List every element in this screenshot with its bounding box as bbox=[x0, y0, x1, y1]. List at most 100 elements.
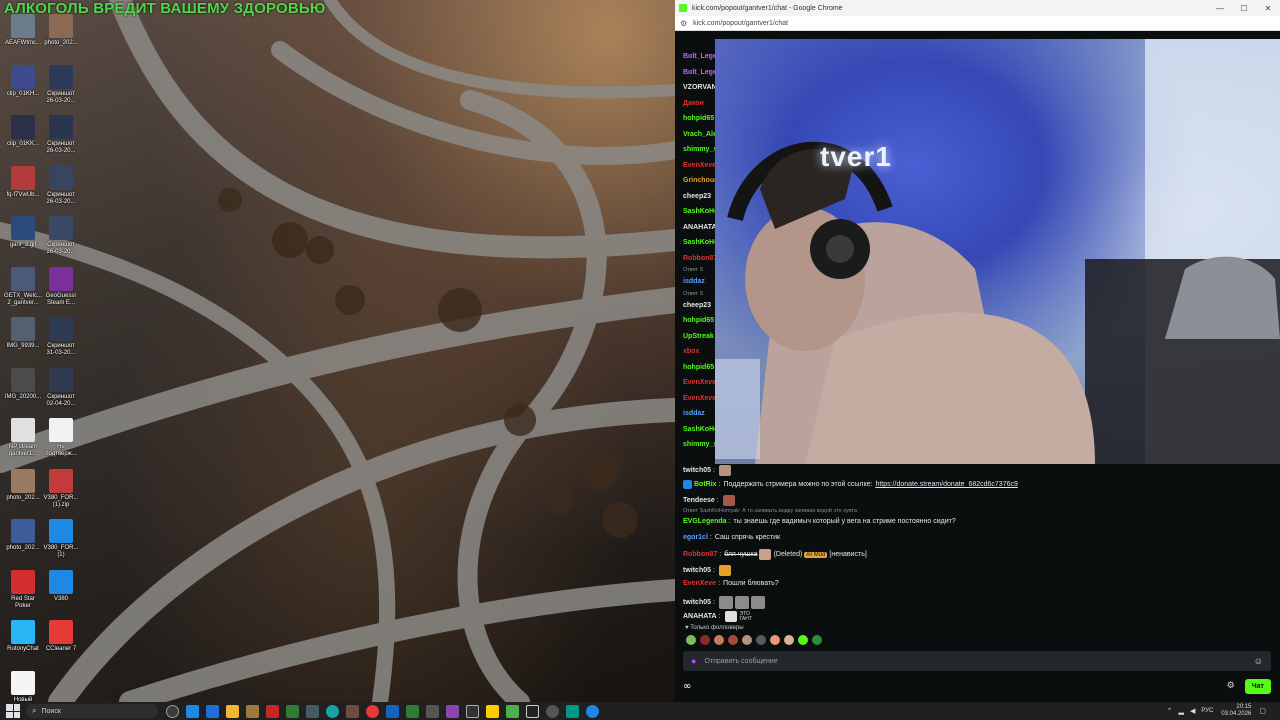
taskbar-app-icon[interactable] bbox=[386, 704, 399, 718]
notifications-icon[interactable]: ▢ bbox=[1259, 707, 1266, 715]
chat-username[interactable]: EvenXeve bbox=[683, 379, 716, 386]
taskbar-app-icon[interactable] bbox=[406, 704, 419, 718]
taskbar-app-icon[interactable] bbox=[506, 704, 519, 718]
task-view-icon[interactable] bbox=[166, 704, 179, 718]
taskbar-app-icon[interactable] bbox=[486, 704, 499, 718]
taskbar-app-icon[interactable] bbox=[246, 704, 259, 718]
start-menu-icon[interactable] bbox=[6, 704, 20, 718]
taskbar-app-icon[interactable] bbox=[206, 704, 219, 718]
quick-emote[interactable] bbox=[798, 635, 808, 645]
chat-username[interactable]: Robbon87 bbox=[683, 255, 717, 262]
chrome-browser-icon[interactable] bbox=[366, 704, 379, 718]
chat-message-input[interactable]: ● Отправить сообщение ☺ bbox=[683, 651, 1271, 671]
chat-username[interactable]: BotRix bbox=[694, 481, 717, 488]
chat-username[interactable]: ANAHATA bbox=[683, 613, 717, 620]
desktop-icon[interactable]: CCleaner 7 bbox=[38, 620, 84, 653]
chat-username[interactable]: Tendeese bbox=[683, 497, 715, 504]
chat-username[interactable]: VZORVAN bbox=[683, 84, 717, 91]
chat-username[interactable]: egor1cl bbox=[683, 534, 708, 541]
taskbar-clock[interactable]: 20:15 03.04.2026 bbox=[1221, 704, 1251, 718]
maximize-button[interactable]: ☐ bbox=[1232, 4, 1256, 13]
taskbar-app-icon[interactable] bbox=[346, 704, 359, 718]
chat-username[interactable]: hohpid65 bbox=[683, 364, 714, 371]
edge-browser-icon[interactable] bbox=[326, 704, 339, 718]
chat-username[interactable]: Vrach_Ale bbox=[683, 131, 717, 138]
site-info-icon[interactable]: ⚙ bbox=[680, 19, 687, 28]
send-chat-button[interactable]: Чат bbox=[1244, 678, 1271, 694]
address-bar[interactable]: ⚙ kick.com/popout/gantver1/chat bbox=[675, 16, 1280, 31]
chat-username[interactable]: cheep23 bbox=[683, 193, 711, 200]
desktop-icon[interactable]: V380_FOR... (1).zip bbox=[38, 468, 84, 509]
taskbar-app-icon[interactable] bbox=[426, 704, 439, 718]
minimize-button[interactable]: — bbox=[1208, 4, 1232, 13]
desktop-icon[interactable]: photo_202... bbox=[38, 14, 84, 47]
desktop-icon[interactable]: V380 bbox=[38, 569, 84, 603]
search-label[interactable]: Поиск bbox=[41, 708, 60, 715]
chat-username[interactable]: Дакон bbox=[683, 100, 704, 107]
quick-emote[interactable] bbox=[686, 635, 696, 645]
chat-username[interactable]: cheep23 bbox=[683, 302, 711, 309]
desktop-icon[interactable]: Скриншот 26-03-20... bbox=[38, 64, 84, 105]
quick-emote[interactable] bbox=[728, 635, 738, 645]
chat-username[interactable]: isddaz bbox=[683, 410, 705, 417]
chat-points-icon[interactable]: ∞ bbox=[683, 681, 691, 692]
desktop-icon[interactable]: Скриншот 31-03-20... bbox=[38, 317, 84, 357]
taskbar-app-icon[interactable] bbox=[446, 704, 459, 718]
quick-emote[interactable] bbox=[714, 635, 724, 645]
chat-username[interactable]: ANAHATA bbox=[683, 224, 717, 231]
taskbar-app-icon[interactable] bbox=[526, 704, 539, 718]
taskbar-app-icon[interactable] bbox=[266, 704, 279, 718]
chat-username[interactable]: hohpid65 bbox=[683, 317, 714, 324]
chat-username[interactable]: Grinchoun bbox=[683, 177, 718, 184]
chat-input-placeholder[interactable]: Отправить сообщение bbox=[704, 658, 1253, 665]
quick-emote[interactable] bbox=[784, 635, 794, 645]
chat-username[interactable]: twitch05 bbox=[683, 467, 711, 474]
desktop-icon[interactable]: Скриншот 26-03-20... bbox=[38, 216, 84, 256]
quick-emote[interactable] bbox=[812, 635, 822, 645]
taskbar-app-icon[interactable] bbox=[286, 704, 299, 718]
quick-emote[interactable] bbox=[700, 635, 710, 645]
chat-settings-gear-icon[interactable]: ⚙ bbox=[1227, 681, 1235, 691]
chat-username[interactable]: EVGLegenda bbox=[683, 518, 727, 525]
taskbar-app-icon[interactable] bbox=[466, 704, 479, 718]
window-titlebar[interactable]: kick.com/popout/gantver1/chat - Google C… bbox=[675, 0, 1280, 16]
chat-username[interactable]: SashKoHo bbox=[683, 239, 718, 246]
taskbar-search-box[interactable]: ⌕ Поиск bbox=[26, 704, 158, 718]
network-icon[interactable]: ▂ bbox=[1179, 707, 1184, 715]
chat-username[interactable]: SashKoHo bbox=[683, 426, 718, 433]
close-button[interactable]: ✕ bbox=[1256, 4, 1280, 13]
tray-chevron-icon[interactable]: ⌃ bbox=[1167, 707, 1173, 715]
quick-emote[interactable] bbox=[770, 635, 780, 645]
chat-username[interactable]: Bolt_Lege bbox=[683, 53, 717, 60]
file-explorer-icon[interactable] bbox=[226, 704, 239, 718]
desktop-icon[interactable]: Скриншот 26-03-20... bbox=[38, 165, 84, 206]
quick-emote[interactable] bbox=[756, 635, 766, 645]
desktop-icon[interactable]: V380_FOR... (1) bbox=[38, 519, 84, 559]
chat-username[interactable]: UpStreak bbox=[683, 333, 714, 340]
taskbar-app-icon[interactable] bbox=[586, 704, 599, 718]
chat-username[interactable]: hohpid65 bbox=[683, 115, 714, 122]
chat-username[interactable]: EvenXeve bbox=[683, 162, 716, 169]
chat-username[interactable]: isddaz bbox=[683, 278, 705, 285]
donation-link[interactable]: https://donate.stream/donate_682cd6c7376… bbox=[875, 481, 1017, 488]
taskbar-app-icon[interactable] bbox=[306, 704, 319, 718]
chat-username[interactable]: twitch05 bbox=[683, 599, 711, 606]
taskbar-app-icon[interactable] bbox=[566, 704, 579, 718]
keyboard-language[interactable]: РУС bbox=[1201, 708, 1213, 714]
address-url[interactable]: kick.com/popout/gantver1/chat bbox=[693, 20, 788, 27]
emoji-picker-icon[interactable]: ☺ bbox=[1254, 656, 1263, 666]
taskbar-app-icon[interactable] bbox=[186, 704, 199, 718]
taskbar-app-icon[interactable] bbox=[546, 704, 559, 718]
chat-username[interactable]: twitch05 bbox=[683, 567, 711, 574]
chat-username[interactable]: xbox bbox=[683, 348, 699, 355]
chat-username[interactable]: Bolt_Lege bbox=[683, 69, 717, 76]
desktop-icon[interactable]: Скриншот 26-03-20... bbox=[38, 115, 84, 155]
chat-username[interactable]: Robbon87 bbox=[683, 551, 717, 558]
chat-username[interactable]: shimmy_s bbox=[683, 146, 717, 153]
chat-username[interactable]: SashKoHo bbox=[683, 208, 718, 215]
volume-icon[interactable]: ◀ bbox=[1190, 707, 1195, 715]
desktop-icon[interactable]: Новый текстовый ... bbox=[0, 670, 46, 702]
stream-video-overlay[interactable]: tver1 bbox=[715, 39, 1280, 464]
quick-emote[interactable] bbox=[742, 635, 752, 645]
desktop-icon[interactable]: GeoGuessr Steam E... bbox=[38, 266, 84, 307]
